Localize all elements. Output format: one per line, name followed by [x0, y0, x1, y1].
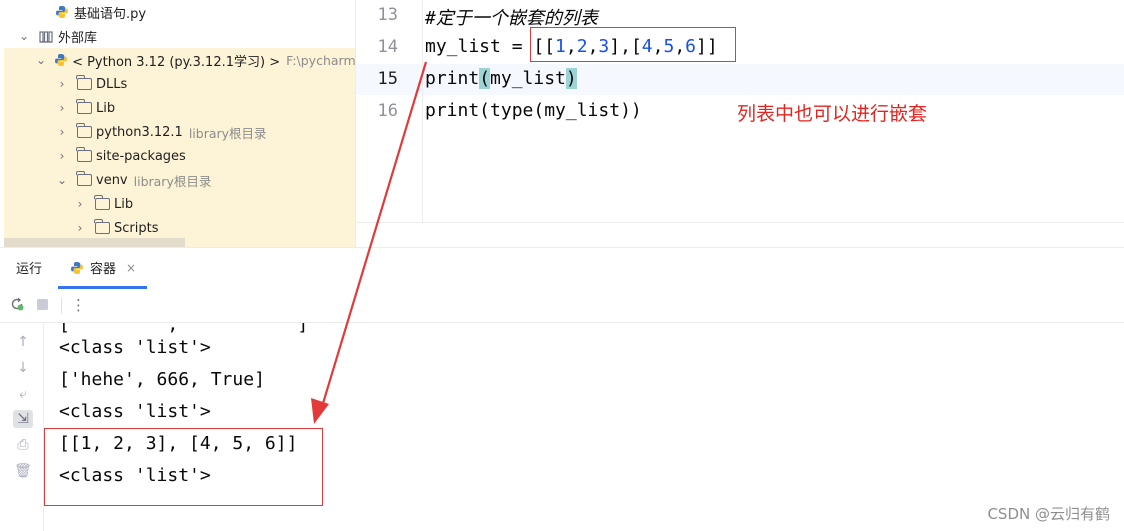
matched-paren: (	[479, 68, 491, 89]
tree-item-label: Lib	[96, 100, 116, 116]
chevron-down-icon[interactable]: ⌄	[18, 29, 30, 43]
nested-list-highlight-box	[530, 27, 736, 62]
arrow-down-icon[interactable]: ↓	[13, 359, 33, 377]
tab-container[interactable]: 容器 ×	[70, 258, 136, 277]
console-output[interactable]: [ , ] <class 'list'> ['hehe', 666, True]…	[44, 323, 1124, 531]
tree-item-venv-lib[interactable]: › Lib	[0, 192, 356, 216]
python-sdk-icon	[54, 53, 68, 67]
chevron-right-icon[interactable]: ›	[74, 197, 86, 211]
tree-item-hint: library根目录	[133, 173, 212, 189]
tree-item-external-libs[interactable]: ⌄ 外部库	[0, 24, 356, 48]
annotation-text: 列表中也可以进行嵌套	[737, 103, 928, 125]
code-line-15[interactable]: print(my_list)	[425, 68, 577, 89]
tree-item-path: F:\pycharm-l	[286, 52, 356, 68]
tree-item-label: 基础语句.py	[74, 6, 147, 22]
gutter-separator	[422, 0, 423, 222]
tree-horizontal-scrollbar[interactable]	[4, 238, 185, 247]
line-number: 14	[377, 37, 398, 57]
arrow-up-icon[interactable]: ↑	[13, 333, 33, 351]
tree-item-dlls[interactable]: › DLLs	[0, 72, 356, 96]
tab-label: 容器	[90, 262, 117, 277]
code-token: my_list	[490, 68, 566, 89]
folder-icon	[76, 75, 92, 91]
tree-item-site-packages[interactable]: › site-packages	[0, 144, 356, 168]
tree-item-label: 外部库	[58, 30, 98, 46]
watermark: CSDN @云归有鹤	[987, 505, 1110, 523]
console-line: <class 'list'>	[59, 401, 211, 422]
chevron-right-icon[interactable]: ›	[56, 77, 68, 91]
print-icon[interactable]: ⎙	[13, 436, 33, 454]
library-icon	[38, 29, 54, 43]
line-number: 13	[377, 5, 398, 25]
tab-label: 运行	[16, 262, 43, 277]
folder-icon	[76, 99, 92, 115]
folder-icon	[76, 171, 92, 187]
more-options-icon[interactable]: ⋮	[71, 296, 86, 314]
tree-item-label: < Python 3.12 (py.3.12.1学习) >	[72, 54, 281, 70]
code-editor[interactable]: 13 #定于一个嵌套的列表 14 my_list = [[1,2,3],[4,5…	[356, 0, 1124, 247]
toolbar-separator	[61, 298, 62, 314]
tree-item-label: Lib	[114, 196, 134, 212]
tree-item-hint: library根目录	[188, 125, 267, 141]
tree-item-label: python3.12.1	[96, 124, 183, 140]
chevron-down-icon[interactable]: ⌄	[36, 53, 46, 67]
tree-item-python3121[interactable]: › python3.12.1 library根目录	[0, 120, 356, 144]
soft-wrap-icon[interactable]: ⤶	[13, 385, 33, 403]
chevron-right-icon[interactable]: ›	[56, 125, 68, 139]
project-tree: 基础语句.py ⌄ 外部库 ⌄ < Python 3.12 (py.3.12.1…	[0, 0, 356, 247]
line-number: 16	[377, 101, 398, 121]
tree-item-scripts[interactable]: › Scripts	[0, 216, 356, 240]
output-highlight-box	[44, 428, 323, 506]
python-file-icon	[54, 5, 70, 19]
tree-item-lib[interactable]: › Lib	[0, 96, 356, 120]
python-file-icon	[70, 261, 84, 275]
tree-item-label: site-packages	[96, 148, 186, 164]
stop-icon[interactable]	[36, 298, 49, 315]
scroll-to-end-icon[interactable]: ⇲	[13, 410, 33, 428]
matched-paren: )	[565, 68, 577, 89]
run-tool-window-header: 运行 容器 ×	[0, 247, 1124, 289]
tab-run[interactable]: 运行	[16, 258, 42, 277]
code-line-16[interactable]: print(type(my_list))	[425, 100, 642, 121]
chevron-right-icon[interactable]: ›	[56, 149, 68, 163]
tree-item-label: DLLs	[96, 76, 128, 92]
trash-icon[interactable]: 🗑	[13, 462, 33, 480]
tree-item-venv[interactable]: ⌄ venv library根目录	[0, 168, 356, 192]
rerun-icon[interactable]	[9, 296, 25, 316]
console-line: [ , ]	[59, 323, 309, 335]
code-token: print	[425, 68, 480, 89]
chevron-right-icon[interactable]: ›	[56, 101, 68, 115]
close-icon[interactable]: ×	[126, 261, 136, 275]
tree-item-basic-py[interactable]: 基础语句.py	[0, 0, 356, 24]
console-line: ['hehe', 666, True]	[59, 369, 265, 390]
tree-item-python-sdk[interactable]: ⌄ < Python 3.12 (py.3.12.1学习) > F:\pycha…	[0, 48, 356, 72]
run-side-toolbar: ↑ ↓ ⤶ ⇲ ⎙ 🗑	[0, 323, 44, 531]
editor-bottom-border	[356, 222, 1124, 223]
folder-icon	[76, 147, 92, 163]
folder-icon	[94, 219, 110, 235]
console-line: <class 'list'>	[59, 337, 211, 358]
tree-item-label: venv	[96, 172, 128, 188]
folder-icon	[76, 123, 92, 139]
tree-item-label: Scripts	[114, 220, 159, 236]
line-number: 15	[377, 69, 398, 89]
chevron-down-icon[interactable]: ⌄	[56, 173, 68, 187]
chevron-right-icon[interactable]: ›	[74, 221, 86, 235]
run-toolbar: ⋮	[0, 289, 1124, 323]
folder-icon	[94, 195, 110, 211]
